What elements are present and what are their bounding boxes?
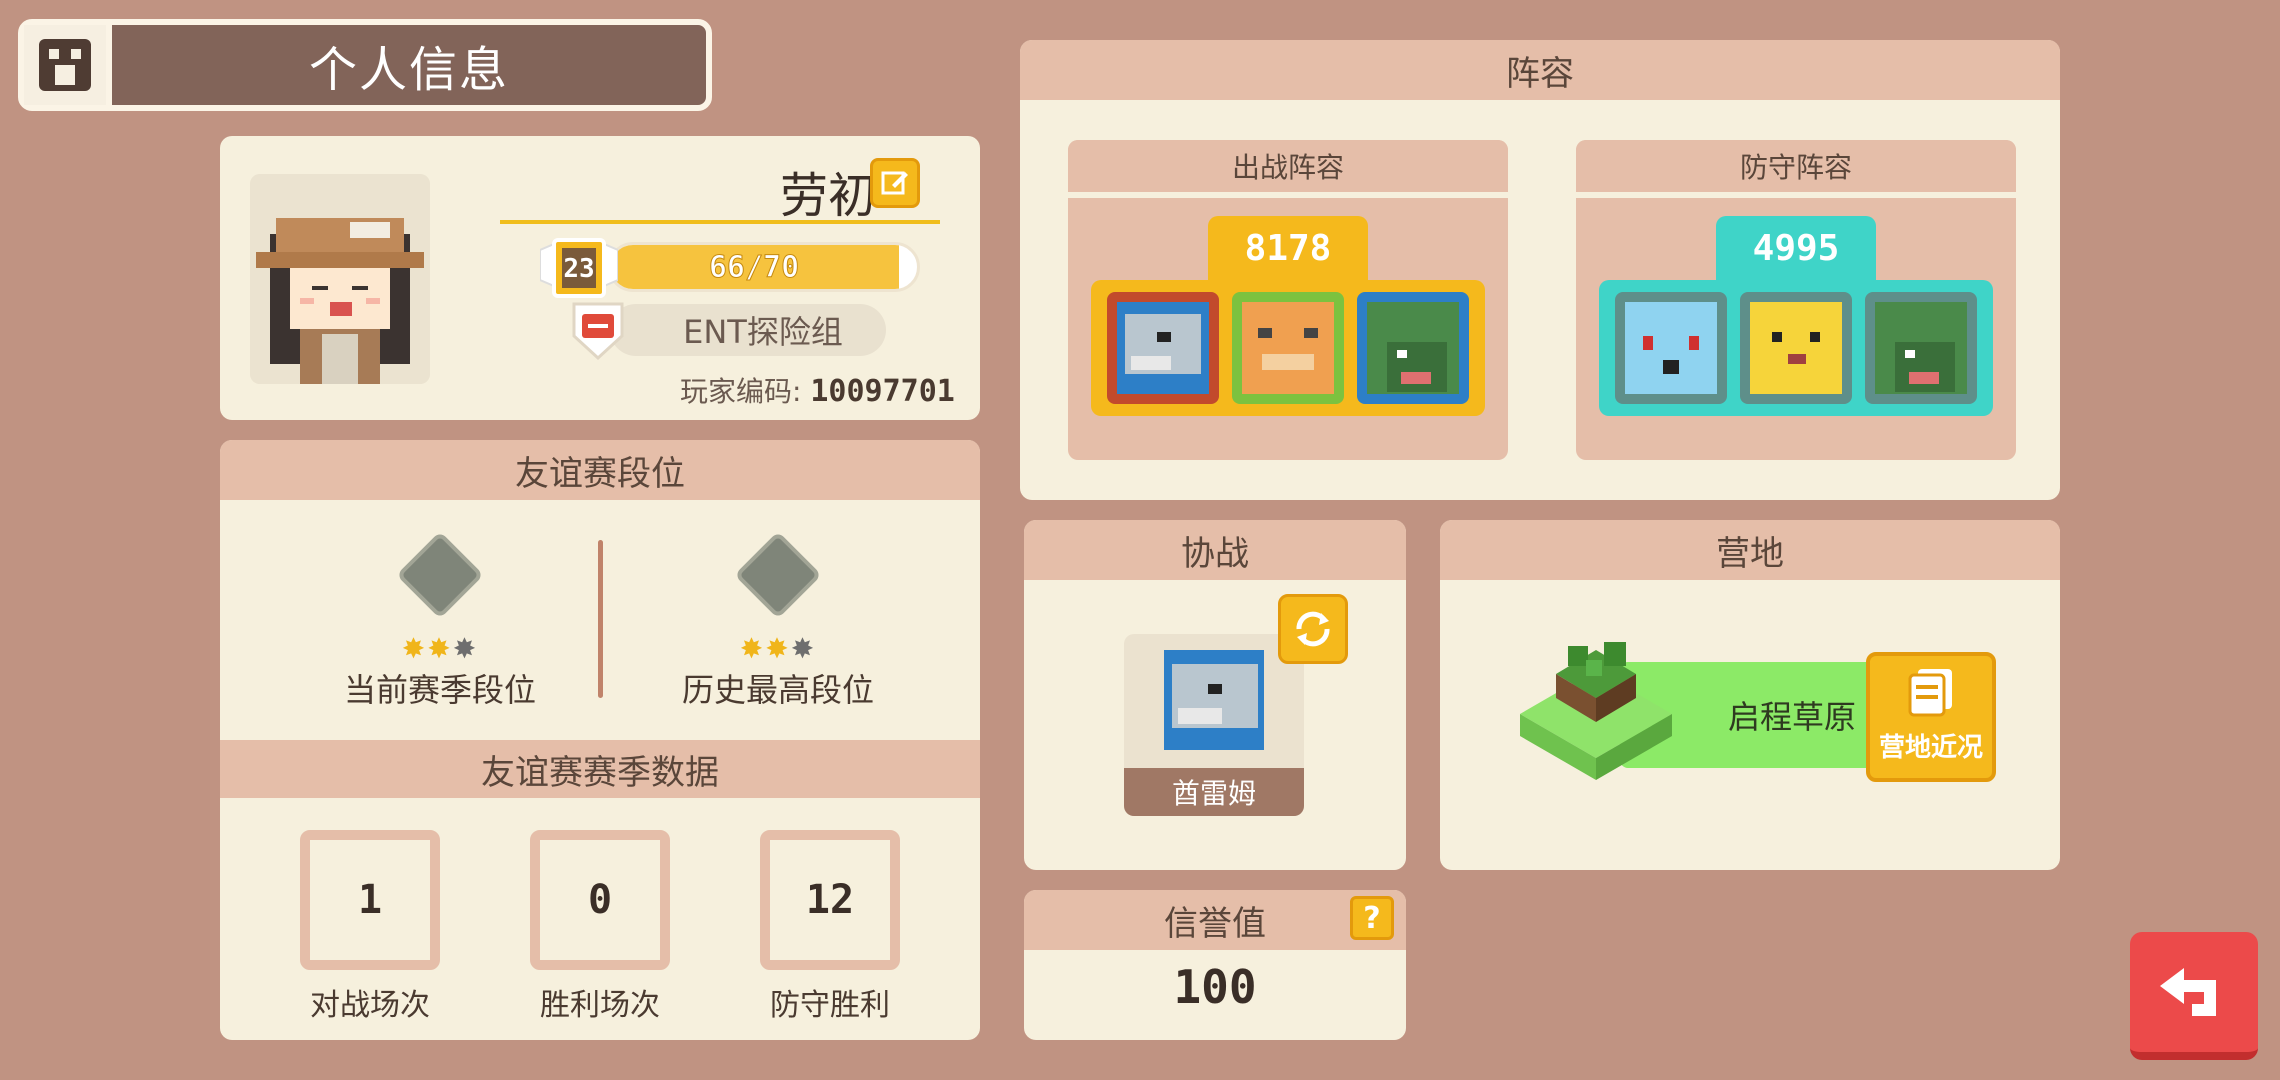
level-number: 23: [563, 254, 595, 284]
current-rank-stars: ✸✸✸: [290, 632, 590, 665]
defense-team-tray: [1599, 280, 1993, 416]
lineup-panel: 阵容 出战阵容 8178 防守阵容 4995: [1020, 40, 2060, 500]
coop-panel: 协战 酋雷姆: [1024, 520, 1406, 870]
back-button[interactable]: [2130, 932, 2258, 1060]
star-empty-icon: ✸: [790, 632, 817, 665]
star-filled-icon: ✸: [427, 632, 453, 665]
star-filled-icon: ✸: [765, 632, 791, 665]
star-empty-icon: ✸: [452, 632, 479, 665]
attack-lineup[interactable]: 出战阵容 8178: [1068, 140, 1508, 460]
refresh-icon: [1296, 611, 1330, 647]
battles-label: 对战场次: [310, 988, 430, 1023]
edit-name-button[interactable]: [870, 158, 920, 208]
rank-panel-title: 友谊赛段位: [220, 440, 980, 500]
best-rank-stars: ✸✸✸: [628, 632, 928, 665]
attack-lineup-title: 出战阵容: [1068, 140, 1508, 198]
player-name: 劳初: [780, 168, 877, 224]
team-shield-icon: [570, 300, 626, 362]
reputation-help-button[interactable]: ?: [1350, 896, 1394, 940]
profile-card-icon: [24, 25, 112, 105]
page-title-bar: 个人信息: [18, 19, 712, 111]
pokemon-slot-squirtle[interactable]: [1615, 292, 1728, 404]
name-underline: [500, 220, 940, 224]
defense-wins-count: 12: [760, 830, 900, 970]
handshake-rank-icon: [396, 531, 484, 619]
experience-text: 66/70: [708, 249, 800, 285]
star-filled-icon: ✸: [739, 632, 766, 665]
reputation-panel: 信誉值 ? 100: [1024, 890, 1406, 1040]
camp-status-button[interactable]: 营地近况: [1866, 652, 1996, 782]
friendly-match-rank-panel: 友谊赛段位 ✸✸✸ 当前赛季段位 ✸✸✸ 历史最高段位: [220, 440, 980, 740]
best-rank-label: 历史最高段位: [681, 671, 874, 709]
coop-pokemon-name: 酋雷姆: [1124, 768, 1304, 816]
attack-team-tray: [1091, 280, 1485, 416]
lineup-title: 阵容: [1020, 40, 2060, 100]
edit-icon: [881, 171, 908, 195]
team-name[interactable]: ENT探险组: [610, 304, 886, 356]
player-id: 玩家编码: 10097701: [680, 370, 955, 410]
season-panel-title: 友谊赛赛季数据: [220, 740, 980, 798]
page-title: 个人信息: [308, 42, 509, 98]
camp-status-label: 营地近况: [1878, 733, 1983, 763]
wins-count: 0: [530, 830, 670, 970]
camp-panel: 营地 启程草原 营地近况: [1440, 520, 2060, 870]
attack-power: 8178: [1208, 216, 1368, 280]
level-badge: 23: [539, 236, 619, 304]
defense-wins-label: 防守胜利: [770, 988, 890, 1023]
current-rank-label: 当前赛季段位: [343, 671, 536, 709]
pokemon-slot-kyurem[interactable]: [1107, 292, 1220, 404]
avatar[interactable]: [250, 174, 430, 384]
star-filled-icon: ✸: [401, 632, 428, 665]
player-id-label: 玩家编码:: [680, 375, 802, 408]
current-season-rank[interactable]: ✸✸✸ 当前赛季段位: [290, 531, 590, 711]
camp-island-icon: [1516, 630, 1676, 790]
refresh-coop-button[interactable]: [1278, 594, 1348, 664]
profile-card: 劳初 66/70 23 ENT探险组 玩家编码: 10097701: [220, 136, 980, 420]
handshake-rank-icon: [734, 531, 822, 619]
experience-bar: 66/70: [608, 242, 920, 292]
reputation-title: 信誉值: [1024, 890, 1406, 950]
pokemon-slot-charizard[interactable]: [1231, 292, 1344, 404]
notes-icon: [1908, 669, 1952, 717]
camp-title: 营地: [1440, 520, 2060, 580]
defense-lineup-title: 防守阵容: [1576, 140, 2016, 198]
coop-title: 协战: [1024, 520, 1406, 580]
defense-power: 4995: [1716, 216, 1876, 280]
defense-lineup[interactable]: 防守阵容 4995: [1576, 140, 2016, 460]
pokemon-slot-tyranitar[interactable]: [1864, 292, 1977, 404]
rank-divider: [598, 540, 603, 698]
pokemon-slot-pikachu[interactable]: [1739, 292, 1852, 404]
battles-count: 1: [300, 830, 440, 970]
reputation-value: 100: [1173, 960, 1257, 1014]
return-arrow-icon: [2160, 968, 2216, 1016]
season-data-panel: 友谊赛赛季数据 1 对战场次 0 胜利场次 12 防守胜利: [220, 740, 980, 1040]
wins-label: 胜利场次: [540, 988, 660, 1023]
pokemon-slot-tyranitar[interactable]: [1356, 292, 1469, 404]
best-rank[interactable]: ✸✸✸ 历史最高段位: [628, 531, 928, 711]
coop-pokemon-card[interactable]: 酋雷姆: [1124, 634, 1304, 816]
player-id-value: 10097701: [810, 374, 955, 409]
